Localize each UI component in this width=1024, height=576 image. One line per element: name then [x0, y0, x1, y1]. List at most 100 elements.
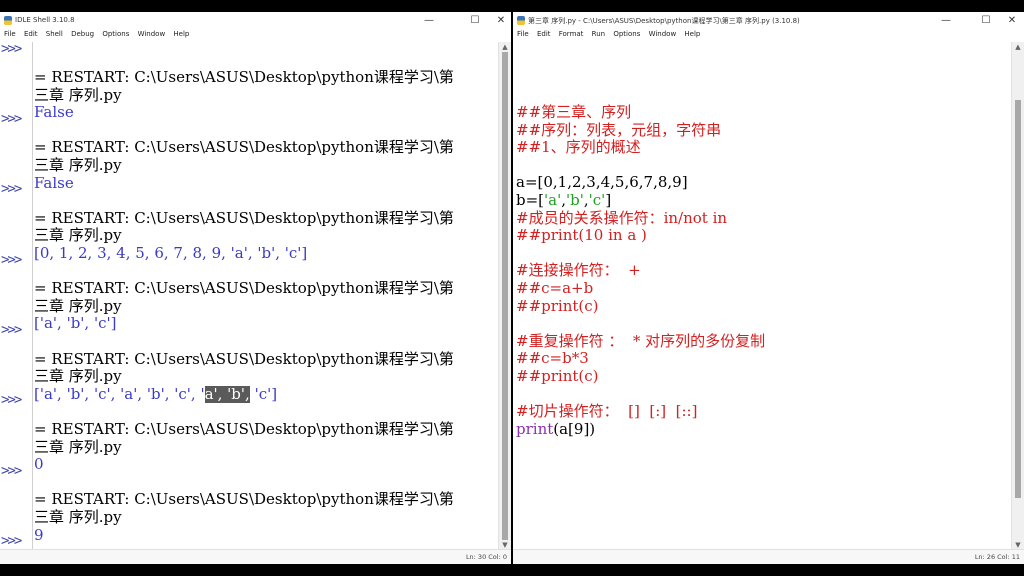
restart-filename: 三章 序列.py — [34, 156, 122, 174]
code-line: #重复操作符 ： * 对序列的多份复制 — [516, 332, 766, 350]
shell-transcript[interactable]: = RESTART: C:\Users\ASUS\Desktop\python课… — [34, 69, 499, 550]
code-line: ##第三章、序列 — [516, 104, 632, 121]
restart-filename: 三章 序列.py — [34, 368, 122, 386]
shell-scrollbar[interactable]: ▲ ▼ — [498, 42, 511, 550]
menu-format[interactable]: Format — [559, 30, 584, 38]
shell-prompt: >>> — [1, 322, 22, 338]
restart-filename: 三章 序列.py — [34, 297, 122, 315]
maximize-icon[interactable]: ☐ — [465, 14, 485, 28]
restart-line: = RESTART: C:\Users\ASUS\Desktop\python课… — [34, 139, 454, 157]
code-text[interactable]: ##第三章、序列 ##序列：列表，元组，字符串 ##1、序列的概述 a=[0,1… — [516, 104, 1012, 438]
code-line: #切片操作符： [] [:] [::] — [516, 403, 698, 421]
code-line: #连接操作符： + — [516, 262, 641, 280]
shell-prompt: >>> — [1, 463, 22, 479]
code-token: ] — [605, 191, 612, 209]
close-icon[interactable]: ✕ — [1002, 14, 1022, 28]
menu-run[interactable]: Run — [592, 30, 605, 38]
output-text: 'c'] — [249, 385, 278, 403]
restart-block: = RESTART: C:\Users\ASUS\Desktop\python课… — [34, 421, 499, 491]
output-text: ['a', 'b', 'c', 'a', 'b', 'c', ' — [34, 385, 205, 403]
shell-statusbar: Ln: 30 Col: 0 — [0, 549, 511, 564]
shell-titlebar[interactable]: IDLE Shell 3.10.8 — ☐ ✕ — [0, 12, 511, 30]
maximize-icon[interactable]: ☐ — [976, 14, 996, 28]
scroll-up-icon[interactable]: ▲ — [1012, 42, 1024, 52]
menu-edit[interactable]: Edit — [24, 30, 38, 38]
python-logo-icon — [517, 16, 525, 25]
string-token: 'b' — [566, 191, 584, 209]
program-output: [0, 1, 2, 3, 4, 5, 6, 7, 8, 9, 'a', 'b',… — [34, 244, 308, 262]
code-line: #成员的关系操作符：in/not in — [516, 209, 728, 227]
close-icon[interactable]: ✕ — [491, 14, 511, 28]
restart-block: = RESTART: C:\Users\ASUS\Desktop\python课… — [34, 351, 499, 421]
code-line: ##序列：列表，元组，字符串 — [516, 121, 722, 139]
program-output: ['a', 'b', 'c', 'a', 'b', 'c', 'a', 'b',… — [34, 385, 499, 404]
editor-title: 第三章 序列.py - C:\Users\ASUS\Desktop\python… — [528, 17, 800, 25]
menu-window[interactable]: Window — [649, 30, 677, 38]
menu-options[interactable]: Options — [613, 30, 640, 38]
shell-prompt: >>> — [1, 392, 22, 408]
code-line: a=[0,1,2,3,4,5,6,7,8,9] — [516, 174, 688, 192]
shell-prompt: >>> — [1, 42, 22, 57]
builtin-token: print — [516, 420, 554, 438]
restart-block: = RESTART: C:\Users\ASUS\Desktop\python课… — [34, 69, 499, 139]
menu-file[interactable]: File — [4, 30, 16, 38]
program-output: ['a', 'b', 'c'] — [34, 315, 117, 333]
scrollbar-thumb[interactable] — [502, 52, 508, 540]
editor-scrollbar[interactable]: ▲ ▼ — [1011, 42, 1024, 550]
restart-block: = RESTART: C:\Users\ASUS\Desktop\python课… — [34, 280, 499, 350]
restart-line: = RESTART: C:\Users\ASUS\Desktop\python课… — [34, 209, 454, 227]
menu-window[interactable]: Window — [138, 30, 166, 38]
idle-shell-window: IDLE Shell 3.10.8 — ☐ ✕ File Edit Shell … — [0, 12, 511, 564]
minimize-icon[interactable]: — — [936, 14, 956, 28]
editor-titlebar[interactable]: 第三章 序列.py - C:\Users\ASUS\Desktop\python… — [513, 12, 1024, 30]
code-line: print(a[9]) — [516, 421, 1012, 439]
restart-filename: 三章 序列.py — [34, 227, 122, 245]
restart-line: = RESTART: C:\Users\ASUS\Desktop\python课… — [34, 280, 454, 298]
minimize-icon[interactable]: — — [419, 14, 439, 28]
scrollbar-thumb[interactable] — [1015, 100, 1021, 498]
code-line: ##print(c) — [516, 297, 599, 315]
selected-text[interactable]: a', 'b', — [204, 385, 250, 403]
code-line: b=['a','b','c'] — [516, 192, 1012, 210]
program-output: 0 — [34, 456, 44, 474]
code-line: ##c=a+b — [516, 279, 594, 297]
shell-menubar: File Edit Shell Debug Options Window Hel… — [0, 30, 511, 42]
shell-prompt: >>> — [1, 533, 22, 549]
code-line: ##print(c) — [516, 367, 599, 385]
code-token: (a[9]) — [553, 420, 596, 438]
python-logo-icon — [4, 16, 12, 25]
menu-options[interactable]: Options — [102, 30, 129, 38]
restart-line: = RESTART: C:\Users\ASUS\Desktop\python课… — [34, 491, 454, 509]
code-line: ##c=b*3 — [516, 350, 589, 368]
shell-title: IDLE Shell 3.10.8 — [15, 16, 75, 24]
idle-editor-window: 第三章 序列.py - C:\Users\ASUS\Desktop\python… — [513, 12, 1024, 564]
restart-filename: 三章 序列.py — [34, 86, 122, 104]
menu-debug[interactable]: Debug — [71, 30, 94, 38]
menu-shell[interactable]: Shell — [46, 30, 63, 38]
scroll-up-icon[interactable]: ▲ — [499, 42, 511, 52]
menu-file[interactable]: File — [517, 30, 529, 38]
restart-filename: 三章 序列.py — [34, 508, 122, 526]
menu-help[interactable]: Help — [173, 30, 189, 38]
restart-block: = RESTART: C:\Users\ASUS\Desktop\python课… — [34, 139, 499, 209]
restart-line: = RESTART: C:\Users\ASUS\Desktop\python课… — [34, 69, 454, 86]
editor-menubar: File Edit Format Run Options Window Help — [513, 30, 1024, 42]
shell-prompt: >>> — [1, 111, 22, 127]
shell-output-area[interactable]: >>> >>> >>> >>> >>> >>> >>> >>> = RESTAR… — [0, 42, 499, 550]
menu-edit[interactable]: Edit — [537, 30, 551, 38]
string-token: 'c' — [588, 191, 606, 209]
menu-help[interactable]: Help — [684, 30, 700, 38]
cursor-position: Ln: 30 Col: 0 — [465, 553, 507, 561]
shell-prompt: >>> — [1, 181, 22, 197]
shell-prompt: >>> — [1, 252, 22, 268]
program-output: False — [34, 174, 74, 192]
editor-statusbar: Ln: 26 Col: 11 — [513, 549, 1024, 564]
string-token: 'a' — [544, 191, 562, 209]
restart-block: = RESTART: C:\Users\ASUS\Desktop\python课… — [34, 210, 499, 280]
cursor-position: Ln: 26 Col: 11 — [974, 553, 1020, 561]
code-editor-area[interactable]: ##第三章、序列 ##序列：列表，元组，字符串 ##1、序列的概述 a=[0,1… — [513, 42, 1012, 550]
